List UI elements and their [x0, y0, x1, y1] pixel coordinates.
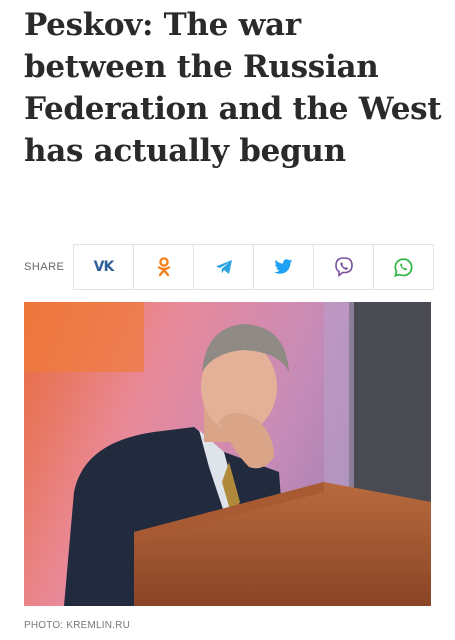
share-twitter-button[interactable] — [253, 244, 313, 290]
article-headline: Peskov: The war between the Russian Fede… — [24, 7, 442, 169]
vk-icon: VK — [93, 259, 115, 275]
odnoklassniki-icon — [157, 257, 170, 277]
article-photo — [24, 302, 431, 606]
share-viber-button[interactable] — [313, 244, 373, 290]
whatsapp-icon — [394, 257, 413, 277]
photo-credit: PHOTO: KREMLIN.RU — [24, 620, 131, 631]
share-telegram-button[interactable] — [193, 244, 253, 290]
viber-icon — [334, 257, 353, 278]
share-buttons: VK — [73, 244, 434, 290]
peskov-podium-image — [24, 302, 431, 606]
twitter-icon — [274, 259, 293, 274]
telegram-icon — [215, 260, 232, 274]
share-whatsapp-button[interactable] — [373, 244, 434, 290]
share-odnoklassniki-button[interactable] — [133, 244, 193, 290]
share-label: SHARE — [24, 261, 65, 273]
share-vk-button[interactable]: VK — [73, 244, 133, 290]
share-bar: SHARE VK — [24, 244, 434, 290]
